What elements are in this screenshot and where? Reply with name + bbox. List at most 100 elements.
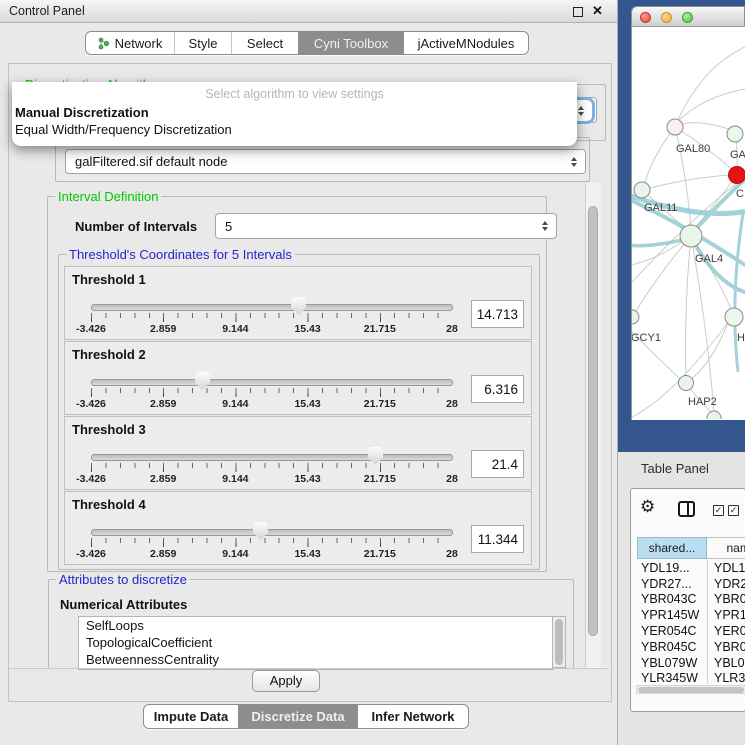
table-row[interactable]: YLR345W YLR3 <box>637 671 745 684</box>
tab-discretize-data[interactable]: Discretize Data <box>238 705 357 728</box>
table-data-combobox[interactable]: galFiltered.sif default node <box>65 149 586 174</box>
split-table-icon[interactable] <box>678 501 695 517</box>
node-gal[interactable] <box>727 126 743 142</box>
numerical-attributes-list[interactable]: SelfLoops TopologicalCoefficient Between… <box>78 616 554 670</box>
group-title: Attributes to discretize <box>56 572 190 587</box>
threshold-label: Threshold 3 <box>72 422 146 437</box>
threshold-2-slider-track[interactable] <box>91 379 453 386</box>
table-row[interactable]: YBR045C YBR0 <box>637 639 745 655</box>
threshold-4-slider-track[interactable] <box>91 529 453 536</box>
tab-cyni-toolbox[interactable]: Cyni Toolbox <box>298 32 403 54</box>
tab-network[interactable]: Network <box>86 32 174 54</box>
network-graph: GAL80 GAL C GAL11 GAL4 GCY1 H HAP2 <box>632 27 745 419</box>
threshold-2-value-field[interactable]: 6.316 <box>471 375 524 403</box>
cell-name[interactable]: YBL0 <box>707 655 745 671</box>
cell-shared-name[interactable]: YBL079W <box>637 656 707 670</box>
popup-option-equal-width-frequency[interactable]: Equal Width/Frequency Discretization <box>12 121 577 138</box>
cell-name[interactable]: YER0 <box>707 623 745 639</box>
cell-shared-name[interactable]: YPR145W <box>637 608 707 622</box>
tab-impute-data[interactable]: Impute Data <box>144 705 238 728</box>
tab-label: Impute Data <box>154 709 228 724</box>
column-header-name[interactable]: name <box>707 537 745 559</box>
float-window-icon[interactable] <box>573 7 583 17</box>
cell-name[interactable]: YBR0 <box>707 639 745 655</box>
tab-label: Style <box>189 36 218 51</box>
node-gal80[interactable] <box>667 119 683 135</box>
tab-jactivemnodules[interactable]: jActiveMNodules <box>403 32 528 54</box>
table-horizontal-scrollbar[interactable] <box>636 685 745 694</box>
close-traffic-light-icon[interactable] <box>640 12 651 23</box>
tab-label: Infer Network <box>371 709 454 724</box>
node-gal4[interactable] <box>680 225 702 247</box>
cell-shared-name[interactable]: YBR043C <box>637 592 707 606</box>
threshold-3-value-field[interactable]: 21.4 <box>471 450 524 478</box>
node-bottom[interactable] <box>707 411 721 419</box>
cell-name[interactable]: YLR3 <box>707 671 745 684</box>
cell-shared-name[interactable]: YDL19... <box>637 561 707 575</box>
zoom-traffic-light-icon[interactable] <box>682 12 693 23</box>
list-item[interactable]: SelfLoops <box>79 617 553 634</box>
node-label: GCY1 <box>632 332 661 344</box>
cell-shared-name[interactable]: YLR345W <box>637 671 707 684</box>
cell-name[interactable]: YDR2 <box>707 576 745 592</box>
tick-label: -3.426 <box>76 323 106 335</box>
control-panel-titlebar[interactable]: Control Panel ✕ <box>0 0 617 23</box>
table-panel-title: Table Panel <box>641 461 709 476</box>
cell-shared-name[interactable]: YER054C <box>637 624 707 638</box>
table-row[interactable]: YDL19... YDL1 <box>637 560 745 576</box>
node-h[interactable] <box>725 308 743 326</box>
minimize-traffic-light-icon[interactable] <box>661 12 672 23</box>
content-scrollbar-thumb[interactable] <box>588 206 598 636</box>
content-scrollbar[interactable] <box>585 183 601 668</box>
node-label: GAL11 <box>644 202 677 214</box>
threshold-3-slider-track[interactable] <box>91 454 453 461</box>
stepper-arrows-icon <box>542 221 548 231</box>
node-hap2[interactable] <box>679 376 694 391</box>
table-horizontal-scrollbar-thumb[interactable] <box>638 687 744 693</box>
threshold-1-value-field[interactable]: 14.713 <box>471 300 524 328</box>
table-row[interactable]: YBL079W YBL0 <box>637 655 745 671</box>
threshold-4-value-field[interactable]: 11.344 <box>471 525 524 553</box>
cell-name[interactable]: YPR1 <box>707 607 745 623</box>
tab-label: Select <box>247 36 283 51</box>
table-row[interactable]: YPR145W YPR1 <box>637 607 745 623</box>
checkbox-icon[interactable]: ✓ <box>728 505 739 516</box>
tab-select[interactable]: Select <box>231 32 298 54</box>
tab-style[interactable]: Style <box>174 32 231 54</box>
node-gal11[interactable] <box>634 182 650 198</box>
list-item[interactable]: BetweennessCentrality <box>79 651 553 668</box>
node-red[interactable] <box>729 167 745 184</box>
cell-shared-name[interactable]: YBR045C <box>637 640 707 654</box>
network-canvas[interactable]: GAL80 GAL C GAL11 GAL4 GCY1 H HAP2 <box>631 27 745 420</box>
list-scrollbar-thumb[interactable] <box>555 619 563 665</box>
table-row[interactable]: YDR27... YDR2 <box>637 576 745 592</box>
cell-name[interactable]: YBR0 <box>707 592 745 608</box>
node-label: GAL80 <box>676 143 710 155</box>
popup-option-manual-discretization[interactable]: Manual Discretization <box>12 104 577 121</box>
cell-shared-name[interactable]: YDR27... <box>637 577 707 591</box>
close-icon[interactable]: ✕ <box>592 3 603 19</box>
tab-label: Cyni Toolbox <box>314 36 388 51</box>
tab-infer-network[interactable]: Infer Network <box>357 705 468 728</box>
node-gcy1[interactable] <box>632 310 639 324</box>
slider-minor-ticks <box>91 463 452 468</box>
table-row[interactable]: YBR043C YBR0 <box>637 592 745 608</box>
list-scrollbar[interactable] <box>552 616 566 668</box>
divider <box>9 668 609 669</box>
screen: Control Panel ✕ Network Style Select <box>0 0 745 745</box>
table-row[interactable]: YER054C YER0 <box>637 623 745 639</box>
network-labels: GAL80 GAL C GAL11 GAL4 GCY1 H HAP2 <box>632 143 745 408</box>
list-item[interactable]: TopologicalCoefficient <box>79 634 553 651</box>
number-of-intervals-combobox[interactable]: 5 <box>215 213 557 239</box>
cell-name[interactable]: YDL1 <box>707 560 745 576</box>
slider-minor-ticks <box>91 538 452 543</box>
threshold-1-slider-track[interactable] <box>91 304 453 311</box>
combobox-value: 5 <box>225 219 232 234</box>
checkbox-icon[interactable]: ✓ <box>713 505 724 516</box>
network-window-titlebar[interactable] <box>631 6 745 27</box>
node-label: GAL4 <box>695 253 723 265</box>
column-header-shared[interactable]: shared... <box>637 537 707 559</box>
gear-icon[interactable]: ⚙ <box>640 497 655 517</box>
network-view-window: GAL80 GAL C GAL11 GAL4 GCY1 H HAP2 <box>631 6 745 420</box>
apply-button[interactable]: Apply <box>252 670 320 692</box>
